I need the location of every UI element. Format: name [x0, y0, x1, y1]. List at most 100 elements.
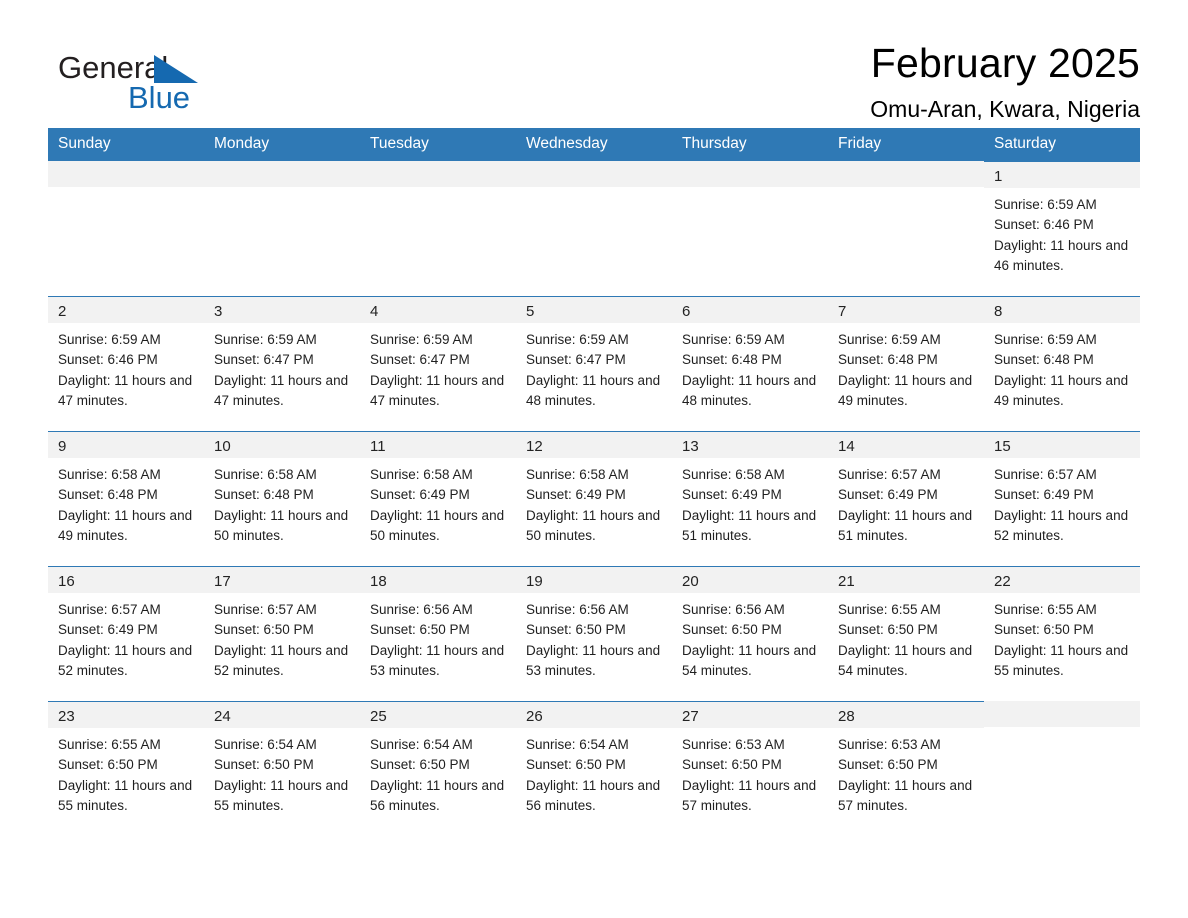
weekday-header-tuesday: Tuesday: [360, 128, 516, 161]
sunset-text: Sunset: 6:50 PM: [526, 757, 626, 773]
weekday-header-thursday: Thursday: [672, 128, 828, 161]
day-number: 19: [516, 567, 672, 593]
sunset-text: Sunset: 6:50 PM: [994, 622, 1094, 638]
calendar-cell: 2 Sunrise: 6:59 AM Sunset: 6:46 PM Daylight…: [48, 296, 204, 431]
calendar-day[interactable]: 15 Sunrise: 6:57 AM Sunset: 6:49 PM Dayligh…: [984, 431, 1140, 566]
sunset-text: Sunset: 6:50 PM: [682, 622, 782, 638]
day-number: [204, 161, 360, 187]
daylight-text: Daylight: 11 hours and 53 minutes.: [526, 642, 661, 679]
calendar-day[interactable]: 18 Sunrise: 6:56 AM Sunset: 6:50 PM Dayligh…: [360, 566, 516, 701]
calendar-day[interactable]: 4 Sunrise: 6:59 AM Sunset: 6:47 PM Daylight…: [360, 296, 516, 431]
daylight-text: Daylight: 11 hours and 52 minutes.: [214, 642, 349, 679]
calendar-day[interactable]: 6 Sunrise: 6:59 AM Sunset: 6:48 PM Daylight…: [672, 296, 828, 431]
calendar-day[interactable]: 13 Sunrise: 6:58 AM Sunset: 6:49 PM Dayligh…: [672, 431, 828, 566]
calendar-day-empty: [516, 161, 672, 296]
day-details: Sunrise: 6:59 AM Sunset: 6:46 PM Daylight:…: [48, 323, 204, 412]
day-number: 26: [516, 702, 672, 728]
calendar-day[interactable]: 3 Sunrise: 6:59 AM Sunset: 6:47 PM Daylight…: [204, 296, 360, 431]
calendar-cell: 15 Sunrise: 6:57 AM Sunset: 6:49 PM Dayligh…: [984, 431, 1140, 566]
calendar-day[interactable]: 16 Sunrise: 6:57 AM Sunset: 6:49 PM Dayligh…: [48, 566, 204, 701]
page-header: General Blue February 2025 Omu-Aran, Kwa…: [48, 0, 1140, 121]
calendar-day[interactable]: 1 Sunrise: 6:59 AM Sunset: 6:46 PM Daylight…: [984, 161, 1140, 296]
weekday-header-friday: Friday: [828, 128, 984, 161]
calendar-day[interactable]: 10 Sunrise: 6:58 AM Sunset: 6:48 PM Dayligh…: [204, 431, 360, 566]
sunrise-text: Sunrise: 6:56 AM: [370, 602, 473, 617]
calendar-day[interactable]: 20 Sunrise: 6:56 AM Sunset: 6:50 PM Dayligh…: [672, 566, 828, 701]
sunset-text: Sunset: 6:49 PM: [58, 622, 158, 638]
daylight-text: Daylight: 11 hours and 49 minutes.: [838, 372, 973, 409]
calendar-day[interactable]: 9 Sunrise: 6:58 AM Sunset: 6:48 PM Daylight…: [48, 431, 204, 566]
calendar-day[interactable]: 8 Sunrise: 6:59 AM Sunset: 6:48 PM Daylight…: [984, 296, 1140, 431]
sunrise-text: Sunrise: 6:59 AM: [526, 332, 629, 347]
day-number: 11: [360, 432, 516, 458]
sunrise-text: Sunrise: 6:57 AM: [838, 467, 941, 482]
day-number: 1: [984, 162, 1140, 188]
calendar-day[interactable]: 12 Sunrise: 6:58 AM Sunset: 6:49 PM Dayligh…: [516, 431, 672, 566]
sunset-text: Sunset: 6:50 PM: [682, 757, 782, 773]
sunset-text: Sunset: 6:50 PM: [370, 622, 470, 638]
page-subtitle: Omu-Aran, Kwara, Nigeria: [870, 96, 1140, 123]
day-number: 25: [360, 702, 516, 728]
sunset-text: Sunset: 6:48 PM: [994, 352, 1094, 368]
calendar-cell: [204, 161, 360, 296]
calendar-cell: 18 Sunrise: 6:56 AM Sunset: 6:50 PM Dayligh…: [360, 566, 516, 701]
sunrise-text: Sunrise: 6:59 AM: [370, 332, 473, 347]
day-details: Sunrise: 6:59 AM Sunset: 6:47 PM Daylight:…: [360, 323, 516, 412]
calendar-day[interactable]: 25 Sunrise: 6:54 AM Sunset: 6:50 PM Dayligh…: [360, 701, 516, 836]
day-number: 16: [48, 567, 204, 593]
calendar-cell: 5 Sunrise: 6:59 AM Sunset: 6:47 PM Daylight…: [516, 296, 672, 431]
day-number: 8: [984, 297, 1140, 323]
daylight-text: Daylight: 11 hours and 52 minutes.: [994, 507, 1129, 544]
sunset-text: Sunset: 6:50 PM: [838, 622, 938, 638]
calendar-cell: 13 Sunrise: 6:58 AM Sunset: 6:49 PM Dayligh…: [672, 431, 828, 566]
sunset-text: Sunset: 6:46 PM: [994, 217, 1094, 233]
calendar-day[interactable]: 26 Sunrise: 6:54 AM Sunset: 6:50 PM Dayligh…: [516, 701, 672, 836]
calendar-day[interactable]: 22 Sunrise: 6:55 AM Sunset: 6:50 PM Dayligh…: [984, 566, 1140, 701]
sunrise-text: Sunrise: 6:58 AM: [526, 467, 629, 482]
sunset-text: Sunset: 6:49 PM: [682, 487, 782, 503]
weekday-header-row: Sunday Monday Tuesday Wednesday Thursday…: [48, 128, 1140, 161]
calendar-cell: 14 Sunrise: 6:57 AM Sunset: 6:49 PM Dayligh…: [828, 431, 984, 566]
sunset-text: Sunset: 6:49 PM: [370, 487, 470, 503]
day-number: 18: [360, 567, 516, 593]
day-details: Sunrise: 6:58 AM Sunset: 6:49 PM Daylight:…: [672, 458, 828, 547]
sunrise-text: Sunrise: 6:57 AM: [994, 467, 1097, 482]
sunset-text: Sunset: 6:50 PM: [214, 757, 314, 773]
weekday-header-sunday: Sunday: [48, 128, 204, 161]
daylight-text: Daylight: 11 hours and 50 minutes.: [214, 507, 349, 544]
day-number: 20: [672, 567, 828, 593]
weekday-header-saturday: Saturday: [984, 128, 1140, 161]
day-number: [828, 161, 984, 187]
calendar-day[interactable]: 27 Sunrise: 6:53 AM Sunset: 6:50 PM Dayligh…: [672, 701, 828, 836]
day-number: 2: [48, 297, 204, 323]
daylight-text: Daylight: 11 hours and 56 minutes.: [370, 777, 505, 814]
calendar-day[interactable]: 19 Sunrise: 6:56 AM Sunset: 6:50 PM Dayligh…: [516, 566, 672, 701]
calendar-day[interactable]: 2 Sunrise: 6:59 AM Sunset: 6:46 PM Daylight…: [48, 296, 204, 431]
day-number: 5: [516, 297, 672, 323]
calendar-day[interactable]: 17 Sunrise: 6:57 AM Sunset: 6:50 PM Dayligh…: [204, 566, 360, 701]
calendar-day[interactable]: 11 Sunrise: 6:58 AM Sunset: 6:49 PM Dayligh…: [360, 431, 516, 566]
day-details: Sunrise: 6:57 AM Sunset: 6:49 PM Daylight:…: [828, 458, 984, 547]
day-details: Sunrise: 6:55 AM Sunset: 6:50 PM Daylight:…: [984, 593, 1140, 682]
calendar-day[interactable]: 14 Sunrise: 6:57 AM Sunset: 6:49 PM Dayligh…: [828, 431, 984, 566]
day-number: 22: [984, 567, 1140, 593]
calendar-day[interactable]: 7 Sunrise: 6:59 AM Sunset: 6:48 PM Daylight…: [828, 296, 984, 431]
calendar-day[interactable]: 24 Sunrise: 6:54 AM Sunset: 6:50 PM Dayligh…: [204, 701, 360, 836]
calendar-day[interactable]: 23 Sunrise: 6:55 AM Sunset: 6:50 PM Dayligh…: [48, 701, 204, 836]
sunrise-text: Sunrise: 6:57 AM: [214, 602, 317, 617]
calendar-day[interactable]: 28 Sunrise: 6:53 AM Sunset: 6:50 PM Dayligh…: [828, 701, 984, 836]
sunset-text: Sunset: 6:47 PM: [214, 352, 314, 368]
sunrise-text: Sunrise: 6:59 AM: [214, 332, 317, 347]
calendar-page: General Blue February 2025 Omu-Aran, Kwa…: [0, 0, 1188, 918]
calendar-cell: 17 Sunrise: 6:57 AM Sunset: 6:50 PM Dayligh…: [204, 566, 360, 701]
calendar-day[interactable]: 21 Sunrise: 6:55 AM Sunset: 6:50 PM Dayligh…: [828, 566, 984, 701]
daylight-text: Daylight: 11 hours and 47 minutes.: [370, 372, 505, 409]
day-details: Sunrise: 6:55 AM Sunset: 6:50 PM Daylight:…: [48, 728, 204, 817]
calendar-day[interactable]: 5 Sunrise: 6:59 AM Sunset: 6:47 PM Daylight…: [516, 296, 672, 431]
calendar-day-empty: [984, 701, 1140, 836]
calendar-cell: 26 Sunrise: 6:54 AM Sunset: 6:50 PM Dayligh…: [516, 701, 672, 836]
day-number: [48, 161, 204, 187]
calendar-cell: 7 Sunrise: 6:59 AM Sunset: 6:48 PM Daylight…: [828, 296, 984, 431]
daylight-text: Daylight: 11 hours and 54 minutes.: [838, 642, 973, 679]
general-blue-logo: General Blue: [48, 42, 278, 115]
